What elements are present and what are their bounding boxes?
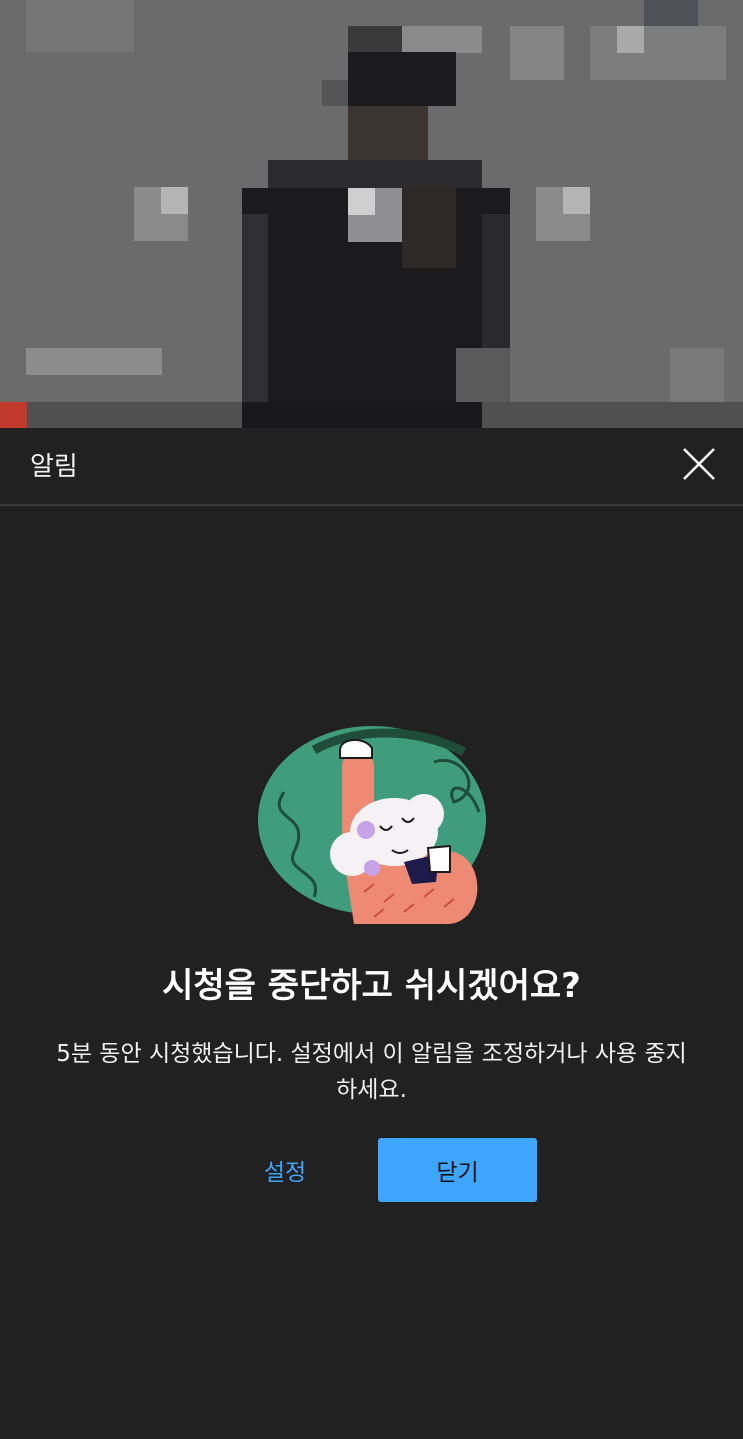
close-icon bbox=[683, 448, 715, 480]
person-resting-illustration bbox=[254, 722, 490, 932]
progress-track[interactable] bbox=[0, 402, 743, 428]
close-button[interactable] bbox=[677, 442, 721, 486]
sheet-header: 알림 bbox=[0, 428, 743, 506]
reminder-headline: 시청을 중단하고 쉬시겠어요? bbox=[162, 966, 581, 1006]
video-player[interactable] bbox=[0, 0, 743, 428]
settings-button[interactable]: 설정 bbox=[244, 1138, 326, 1202]
dismiss-button[interactable]: 닫기 bbox=[378, 1138, 537, 1202]
reminder-message: 5분 동안 시청했습니다. 설정에서 이 알림을 조정하거나 사용 중지하세요. bbox=[56, 1041, 687, 1103]
progress-played bbox=[0, 402, 28, 428]
sheet-title: 알림 bbox=[30, 452, 78, 482]
